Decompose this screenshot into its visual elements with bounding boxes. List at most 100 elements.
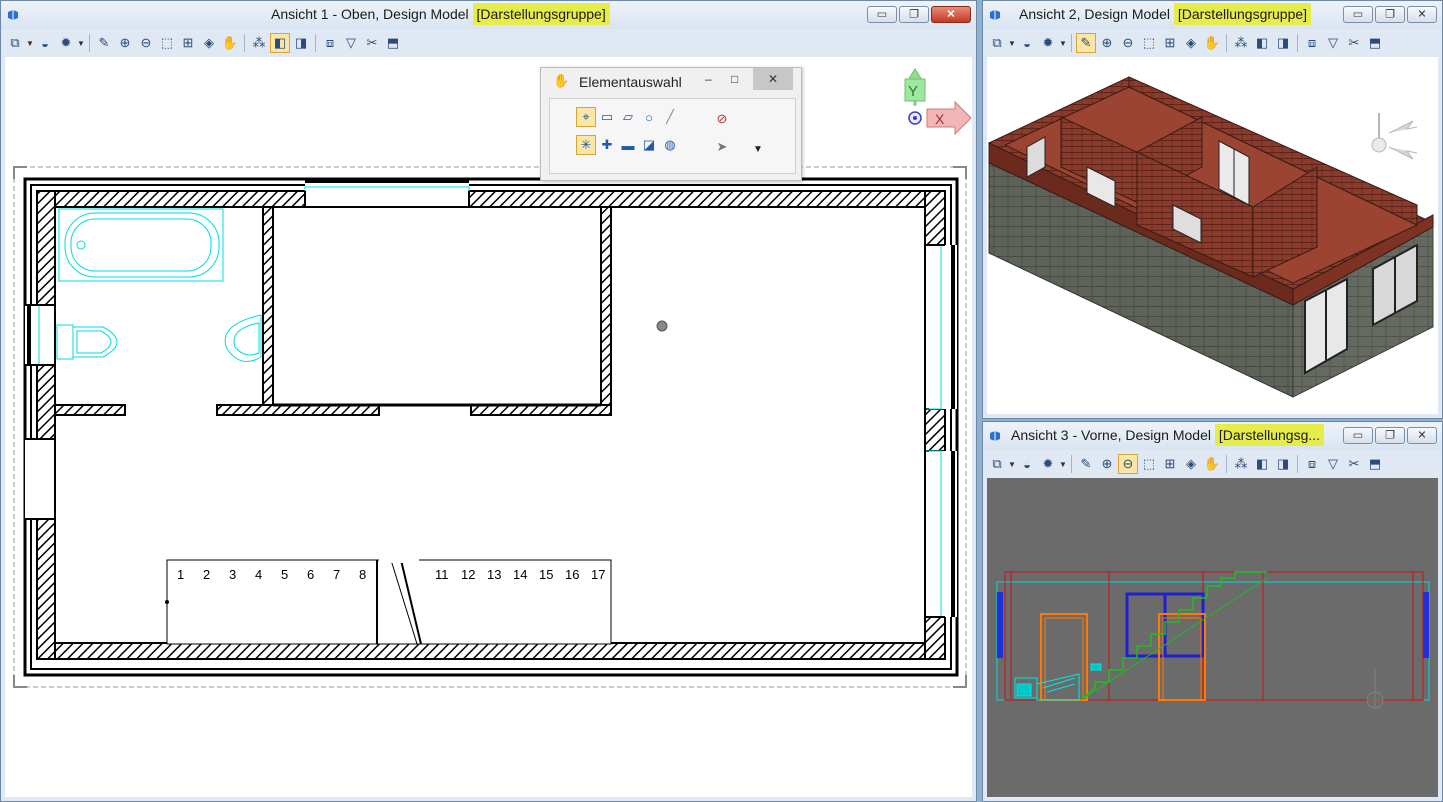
copy-view-icon[interactable]: ⧈ xyxy=(320,33,340,53)
rotate-view-icon[interactable]: ◈ xyxy=(1181,33,1201,53)
copy-view-icon[interactable]: ⧈ xyxy=(1302,454,1322,474)
next-view-icon[interactable]: ◨ xyxy=(291,33,311,53)
lighting-icon[interactable]: ✹ xyxy=(56,33,76,53)
zoom-in-icon[interactable]: ⊕ xyxy=(1097,33,1117,53)
element-selection-dialog[interactable]: ✋ Elementauswahl – □ ✕ ⌖ ▭ ▱ ○ ╱ ✳ ✚ ▬ ◪… xyxy=(540,67,802,181)
camera-icon[interactable]: ⬒ xyxy=(383,33,403,53)
update-view-icon[interactable]: ✎ xyxy=(1076,33,1096,53)
close-button[interactable]: ✕ xyxy=(1407,427,1437,444)
floor-plan: 1 2 3 4 5 6 7 8 11 12 13 14 15 16 17 Y X xyxy=(13,68,972,688)
lighting-icon[interactable]: ✹ xyxy=(1038,33,1058,53)
view-attributes-icon[interactable]: ⧉ xyxy=(987,33,1007,53)
next-view-icon[interactable]: ◨ xyxy=(1273,454,1293,474)
clip-volume-icon[interactable]: ▽ xyxy=(341,33,361,53)
view-attributes-icon[interactable]: ⧉ xyxy=(5,33,25,53)
camera-icon[interactable]: ⬒ xyxy=(1365,454,1385,474)
minimize-button[interactable]: – xyxy=(705,72,712,86)
pointer-icon[interactable]: ➤ xyxy=(712,137,732,157)
zoom-out-icon[interactable]: ⊖ xyxy=(136,33,156,53)
select-all-icon[interactable]: ◍ xyxy=(660,135,680,155)
view-3-title: Ansicht 3 - Vorne, Design Model [Darstel… xyxy=(1011,424,1325,446)
display-style-icon[interactable]: ◒ xyxy=(1017,454,1037,474)
next-view-icon[interactable]: ◨ xyxy=(1273,33,1293,53)
block-select-icon[interactable]: ▭ xyxy=(597,107,617,127)
dropdown-arrow-icon[interactable]: ▼ xyxy=(748,139,768,159)
close-button[interactable]: ✕ xyxy=(931,6,971,23)
update-view-icon[interactable]: ✎ xyxy=(1076,454,1096,474)
close-button[interactable]: ✕ xyxy=(1407,6,1437,23)
clip-volume-icon[interactable]: ▽ xyxy=(1323,454,1343,474)
clip-mask-icon[interactable]: ✂ xyxy=(1344,454,1364,474)
clear-selection-icon[interactable]: ⊘ xyxy=(712,109,732,129)
stair-step-number: 17 xyxy=(591,567,605,582)
restore-button[interactable]: ❐ xyxy=(1375,427,1405,444)
fit-view-icon[interactable]: ⊞ xyxy=(1160,454,1180,474)
view-1-titlebar[interactable]: Ansicht 1 - Oben, Design Model [Darstell… xyxy=(1,1,976,29)
minimize-button[interactable]: ▭ xyxy=(1343,6,1373,23)
walk-icon[interactable]: ⁂ xyxy=(249,33,269,53)
individual-select-icon[interactable]: ⌖ xyxy=(576,107,596,127)
dropdown-arrow-icon[interactable]: ▼ xyxy=(1059,460,1067,469)
subtract-selection-icon[interactable]: ▬ xyxy=(618,135,638,155)
view-rotation-triad[interactable]: Y X xyxy=(904,68,972,136)
clip-volume-icon[interactable]: ▽ xyxy=(1323,33,1343,53)
dropdown-arrow-icon[interactable]: ▼ xyxy=(1008,39,1016,48)
rotate-view-icon[interactable]: ◈ xyxy=(1181,454,1201,474)
view-3-elevation-area[interactable] xyxy=(987,478,1438,797)
navigation-gizmo[interactable] xyxy=(1371,113,1418,160)
display-style-icon[interactable]: ◒ xyxy=(35,33,55,53)
view-2-titlebar[interactable]: Ansicht 2, Design Model [Darstellungsgru… xyxy=(983,1,1442,29)
restore-button[interactable]: ❐ xyxy=(1375,6,1405,23)
restore-button[interactable]: ❐ xyxy=(899,6,929,23)
previous-view-icon[interactable]: ◧ xyxy=(270,33,290,53)
zoom-out-icon[interactable]: ⊖ xyxy=(1118,33,1138,53)
stair-step-number: 4 xyxy=(255,567,262,582)
view-3-titlebar[interactable]: Ansicht 3 - Vorne, Design Model [Darstel… xyxy=(983,422,1442,450)
zoom-in-icon[interactable]: ⊕ xyxy=(115,33,135,53)
view-2-render-area[interactable] xyxy=(987,57,1438,414)
fit-view-icon[interactable]: ⊞ xyxy=(1160,33,1180,53)
pan-icon[interactable]: ✋ xyxy=(1202,454,1222,474)
view-attributes-icon[interactable]: ⧉ xyxy=(987,454,1007,474)
previous-view-icon[interactable]: ◧ xyxy=(1252,33,1272,53)
close-button[interactable]: ✕ xyxy=(753,68,793,90)
maximize-button[interactable]: □ xyxy=(731,72,738,86)
minimize-button[interactable]: ▭ xyxy=(1343,427,1373,444)
view-3-window[interactable]: Ansicht 3 - Vorne, Design Model [Darstel… xyxy=(982,421,1443,802)
line-select-icon[interactable]: ╱ xyxy=(660,107,680,127)
dropdown-arrow-icon[interactable]: ▼ xyxy=(1059,39,1067,48)
circle-select-icon[interactable]: ○ xyxy=(639,107,659,127)
rotate-view-icon[interactable]: ◈ xyxy=(199,33,219,53)
element-selection-header[interactable]: ✋ Elementauswahl – □ ✕ xyxy=(541,68,801,92)
zoom-in-icon[interactable]: ⊕ xyxy=(1097,454,1117,474)
minimize-button[interactable]: ▭ xyxy=(867,6,897,23)
new-selection-icon[interactable]: ✳ xyxy=(576,135,596,155)
window-area-icon[interactable]: ⬚ xyxy=(1139,33,1159,53)
lighting-icon[interactable]: ✹ xyxy=(1038,454,1058,474)
zoom-out-icon[interactable]: ⊖ xyxy=(1118,454,1138,474)
shape-select-icon[interactable]: ▱ xyxy=(618,107,638,127)
navigation-gizmo[interactable] xyxy=(1366,668,1384,709)
previous-view-icon[interactable]: ◧ xyxy=(1252,454,1272,474)
fit-view-icon[interactable]: ⊞ xyxy=(178,33,198,53)
dropdown-arrow-icon[interactable]: ▼ xyxy=(1008,460,1016,469)
add-selection-icon[interactable]: ✚ xyxy=(597,135,617,155)
pan-icon[interactable]: ✋ xyxy=(1202,33,1222,53)
copy-view-icon[interactable]: ⧈ xyxy=(1302,33,1322,53)
view-2-window[interactable]: Ansicht 2, Design Model [Darstellungsgru… xyxy=(982,0,1443,419)
pan-icon[interactable]: ✋ xyxy=(220,33,240,53)
invert-selection-icon[interactable]: ◪ xyxy=(639,135,659,155)
dropdown-arrow-icon[interactable]: ▼ xyxy=(26,39,34,48)
display-style-icon[interactable]: ◒ xyxy=(1017,33,1037,53)
walk-icon[interactable]: ⁂ xyxy=(1231,33,1251,53)
camera-icon[interactable]: ⬒ xyxy=(1365,33,1385,53)
update-view-icon[interactable]: ✎ xyxy=(94,33,114,53)
clip-mask-icon[interactable]: ✂ xyxy=(362,33,382,53)
view-1-drawing-area[interactable]: 1 2 3 4 5 6 7 8 11 12 13 14 15 16 17 Y X xyxy=(5,57,972,797)
view-1-window[interactable]: Ansicht 1 - Oben, Design Model [Darstell… xyxy=(0,0,977,802)
walk-icon[interactable]: ⁂ xyxy=(1231,454,1251,474)
window-area-icon[interactable]: ⬚ xyxy=(1139,454,1159,474)
window-area-icon[interactable]: ⬚ xyxy=(157,33,177,53)
dropdown-arrow-icon[interactable]: ▼ xyxy=(77,39,85,48)
clip-mask-icon[interactable]: ✂ xyxy=(1344,33,1364,53)
